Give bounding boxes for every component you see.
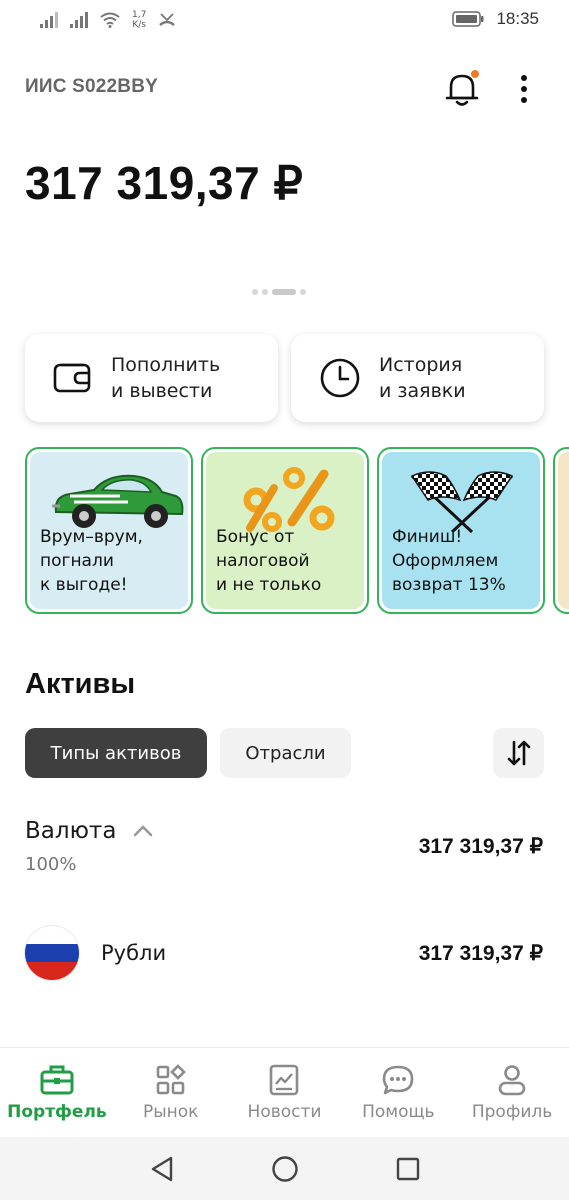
network-speed: 1,7 K/s: [132, 10, 146, 30]
net-speed-value: 1,7: [132, 10, 147, 20]
asset-group-percent: 100%: [25, 854, 77, 875]
nav-label: Новости: [247, 1102, 322, 1122]
story-card-bg: Финиш! Оформляем возврат 13%: [382, 452, 540, 609]
story-text: Бонус от налоговой и не только: [216, 527, 322, 595]
notification-badge: [471, 70, 479, 78]
history-orders-label: История и заявки: [379, 354, 466, 402]
nav-profile[interactable]: Профиль: [455, 1048, 569, 1137]
wallet-icon: [53, 363, 91, 393]
nav-help[interactable]: Помощь: [341, 1048, 455, 1137]
nav-portfolio[interactable]: Портфель: [0, 1048, 114, 1137]
story-card-partial[interactable]: [553, 447, 569, 614]
pager-dot: [252, 289, 258, 295]
nav-news[interactable]: Новости: [228, 1048, 342, 1137]
clock-icon: [320, 358, 360, 398]
chat-icon: [382, 1065, 414, 1095]
balance-pager[interactable]: [252, 289, 306, 295]
chip-asset-types[interactable]: Типы активов: [25, 728, 207, 778]
story-card-bg: Бонус от налоговой и не только: [206, 452, 364, 609]
news-icon: [270, 1064, 299, 1096]
pager-dot-active: [272, 289, 296, 295]
asset-group-value: 317 319,37 ₽: [418, 835, 543, 858]
missed-call-icon: [159, 13, 176, 26]
market-icon: [156, 1064, 186, 1095]
clock-time: 18:35: [496, 9, 539, 28]
story-card-tax-bonus[interactable]: Бонус от налоговой и не только: [201, 447, 369, 614]
sort-button[interactable]: [493, 728, 544, 778]
history-orders-button[interactable]: История и заявки: [291, 334, 544, 422]
russia-flag-icon: [25, 926, 79, 980]
asset-item-name[interactable]: Рубли: [101, 941, 166, 965]
profile-icon: [498, 1065, 526, 1096]
bell-icon: [445, 70, 479, 106]
signal-icon: [70, 12, 88, 28]
status-bar: 1,7 K/s 18:35: [0, 0, 569, 44]
portfolio-balance: 317 319,37 ₽: [25, 157, 304, 209]
topup-withdraw-label: Пополнить и вывести: [111, 354, 221, 402]
notifications-button[interactable]: [444, 70, 480, 108]
nav-label: Помощь: [362, 1102, 435, 1122]
more-vertical-icon: [521, 75, 527, 103]
account-title[interactable]: ИИС S022BBY: [25, 76, 158, 98]
nav-market[interactable]: Рынок: [114, 1048, 228, 1137]
bottom-nav: Портфель Рынок Новости Помощь Профиль: [0, 1047, 569, 1137]
nav-label: Рынок: [142, 1102, 199, 1122]
nav-label: Профиль: [471, 1102, 553, 1122]
more-menu-button[interactable]: [511, 72, 537, 106]
story-card-car[interactable]: Врум–врум, погнали к выгоде!: [25, 447, 193, 614]
back-icon[interactable]: [149, 1155, 175, 1183]
system-nav-bar: [0, 1137, 569, 1200]
topup-withdraw-button[interactable]: Пополнить и вывести: [25, 334, 278, 422]
story-card-bg: Врум–врум, погнали к выгоде!: [30, 452, 188, 609]
wifi-icon: [100, 12, 120, 28]
asset-item-value: 317 319,37 ₽: [418, 942, 543, 965]
asset-group-name[interactable]: Валюта: [25, 818, 116, 844]
battery-icon: [452, 11, 484, 27]
percent-icon: [243, 467, 335, 532]
briefcase-icon: [40, 1065, 74, 1095]
checkered-flags-icon: [410, 471, 514, 534]
story-card-finish[interactable]: Финиш! Оформляем возврат 13%: [377, 447, 545, 614]
nav-label: Портфель: [7, 1102, 107, 1122]
story-card-bg: [558, 452, 569, 609]
sort-arrows-icon: [507, 740, 530, 766]
assets-title: Активы: [25, 668, 136, 700]
chip-industries[interactable]: Отрасли: [220, 728, 351, 778]
signal-icon: [40, 12, 58, 28]
pager-dot: [300, 289, 306, 295]
story-text: Финиш! Оформляем возврат 13%: [392, 527, 506, 595]
recents-icon[interactable]: [395, 1156, 421, 1182]
net-speed-unit: K/s: [132, 20, 146, 30]
home-icon[interactable]: [271, 1155, 299, 1183]
chevron-up-icon[interactable]: [133, 824, 153, 838]
story-text: Врум–врум, погнали к выгоде!: [40, 527, 143, 595]
pager-dot: [262, 289, 268, 295]
